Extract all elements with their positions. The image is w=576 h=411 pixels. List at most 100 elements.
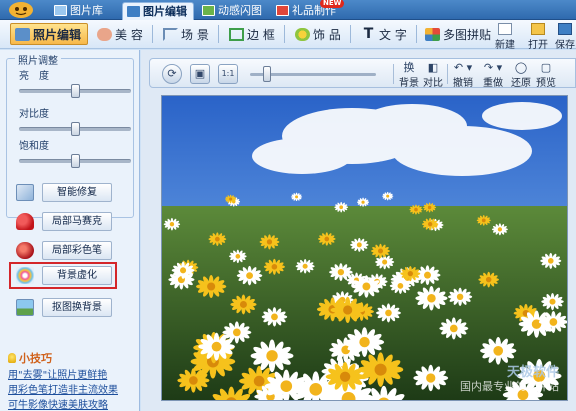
- tool-label: 文 字: [379, 28, 407, 42]
- toolbar-divider: [416, 25, 417, 43]
- brightness-label: 亮 度: [19, 71, 49, 82]
- tool-label: 饰 品: [313, 28, 341, 42]
- scene-icon: [163, 28, 178, 41]
- tip-link-3[interactable]: 可牛影像快速美肤攻略: [8, 396, 108, 411]
- saturation-slider[interactable]: [19, 154, 131, 168]
- preview-icon: ▢: [540, 61, 552, 74]
- tool-beauty[interactable]: 美 容: [92, 23, 150, 45]
- change-background-button[interactable]: 换 背景: [398, 61, 420, 89]
- open-folder-icon: [531, 23, 545, 35]
- restore-label: 还原: [511, 78, 531, 89]
- tab-label: 图片库: [70, 4, 103, 17]
- restore-icon: ◯: [514, 61, 528, 74]
- save-button[interactable]: 保存: [553, 22, 576, 51]
- redo-button[interactable]: ↷ ▾ 重做: [480, 61, 506, 89]
- brightness-thumb[interactable]: [71, 84, 80, 98]
- mosaic-row: 局部马赛克: [0, 207, 140, 235]
- actual-size-icon: 1:1: [221, 69, 235, 78]
- toolbar-divider: [350, 25, 351, 43]
- gift-icon: [276, 5, 289, 16]
- change-background-label: 背景: [399, 78, 419, 89]
- tool-collage[interactable]: 多图拼贴: [420, 23, 498, 45]
- left-panel: 照片调整 亮 度 对比度 饱和度 智能修复 局部马赛克 局部彩色笔 背景虚化 抠…: [0, 50, 140, 411]
- save-icon: [558, 23, 572, 35]
- tab-flash-image[interactable]: 动感闪图: [198, 2, 268, 20]
- cutout-row: 抠图换背景: [0, 293, 140, 321]
- watermark-line-2: 国内最专业的软件站: [460, 380, 559, 393]
- photo-library-icon: [54, 5, 67, 16]
- daisy-photo: [162, 96, 567, 400]
- toolbar-divider: [284, 25, 285, 43]
- mosaic-icon: [16, 213, 34, 230]
- tool-photo-edit[interactable]: 照片编辑: [10, 23, 89, 45]
- open-button[interactable]: 打开: [523, 22, 553, 51]
- main-area: ⟳ ▣ 1:1 换 背景 ◧ 对比 ↶ ▾ 撤销 ↷ ▾ 重做 ◯ 还原 ▢ 预…: [141, 50, 576, 411]
- contrast-label: 对比度: [19, 109, 49, 120]
- viewbar-divider: [393, 64, 394, 84]
- cutout-background-button[interactable]: 抠图换背景: [42, 298, 112, 317]
- smart-repair-icon: [16, 184, 34, 201]
- tips-title-text: 小技巧: [19, 352, 52, 365]
- tips-title: 小技巧: [8, 350, 52, 366]
- smart-repair-button[interactable]: 智能修复: [42, 183, 112, 202]
- tool-text[interactable]: T 文 字: [356, 23, 414, 45]
- photo-edit-icon: [15, 28, 30, 41]
- tip-link-2[interactable]: 用彩色笔打造非主流效果: [8, 381, 118, 396]
- rotate-button[interactable]: ⟳: [162, 64, 182, 84]
- brightness-slider[interactable]: [19, 84, 131, 98]
- saturation-label: 饱和度: [19, 141, 49, 152]
- tab-label: 动感闪图: [218, 4, 262, 17]
- undo-label: 撤销: [453, 78, 473, 89]
- preview-button[interactable]: ▢ 预览: [535, 61, 557, 89]
- frame-icon: [229, 28, 244, 41]
- tool-scene[interactable]: 场 景: [158, 23, 216, 45]
- fit-screen-button[interactable]: ▣: [190, 64, 210, 84]
- face-beauty-icon: [97, 28, 112, 41]
- contrast-slider[interactable]: [19, 122, 131, 136]
- accessory-icon: [295, 28, 310, 41]
- tool-label: 场 景: [181, 28, 209, 42]
- tool-label: 多图拼贴: [443, 28, 492, 42]
- toolbar-divider: [218, 25, 219, 43]
- mosaic-button[interactable]: 局部马赛克: [42, 212, 112, 231]
- preview-label: 预览: [536, 78, 556, 89]
- tool-accessory[interactable]: 饰 品: [290, 23, 348, 45]
- redo-icon: ↷ ▾: [483, 61, 503, 74]
- compare-button[interactable]: ◧ 对比: [422, 61, 444, 89]
- cutout-background-icon: [16, 299, 34, 316]
- color-pen-row: 局部彩色笔: [0, 236, 140, 264]
- contrast-thumb[interactable]: [71, 122, 80, 136]
- collage-icon: [425, 28, 440, 41]
- smart-repair-row: 智能修复: [0, 178, 140, 206]
- new-badge: NEW: [320, 0, 345, 8]
- flash-image-icon: [202, 5, 215, 16]
- tool-label: 照片编辑: [33, 28, 82, 42]
- new-file-button[interactable]: 新建: [490, 22, 520, 51]
- tool-frame[interactable]: 边 框: [224, 23, 282, 45]
- photo-edit-icon: [127, 6, 140, 17]
- tip-link-1[interactable]: 用"去雾"让照片更鲜艳: [8, 366, 107, 381]
- zoom-thumb[interactable]: [263, 66, 271, 82]
- lightbulb-icon: [8, 353, 16, 363]
- tab-label: 图片编辑: [143, 5, 187, 18]
- photo-canvas[interactable]: 天极软件 国内最专业的软件站: [161, 95, 568, 401]
- tool-label: 美 容: [115, 28, 143, 42]
- view-toolbar: ⟳ ▣ 1:1 换 背景 ◧ 对比 ↶ ▾ 撤销 ↷ ▾ 重做 ◯ 还原 ▢ 预…: [149, 58, 576, 89]
- compare-icon: ◧: [427, 61, 439, 74]
- text-icon: T: [363, 26, 374, 42]
- change-background-icon: 换: [403, 61, 415, 74]
- tab-photo-library[interactable]: 图片库: [50, 2, 109, 20]
- redo-label: 重做: [483, 78, 503, 89]
- undo-button[interactable]: ↶ ▾ 撤销: [450, 61, 476, 89]
- compare-label: 对比: [423, 78, 443, 89]
- restore-button[interactable]: ◯ 还原: [510, 61, 532, 89]
- saturation-thumb[interactable]: [71, 154, 80, 168]
- color-pen-button[interactable]: 局部彩色笔: [42, 241, 112, 260]
- new-file-icon: [498, 23, 512, 35]
- monitor-icon: ▣: [194, 67, 206, 80]
- actual-size-button[interactable]: 1:1: [218, 64, 238, 84]
- toolbar-divider: [152, 25, 153, 43]
- photo-adjust-title: 照片调整: [15, 52, 61, 67]
- background-blur-button[interactable]: 背景虚化: [42, 266, 112, 285]
- tab-photo-edit[interactable]: 图片编辑: [122, 2, 194, 20]
